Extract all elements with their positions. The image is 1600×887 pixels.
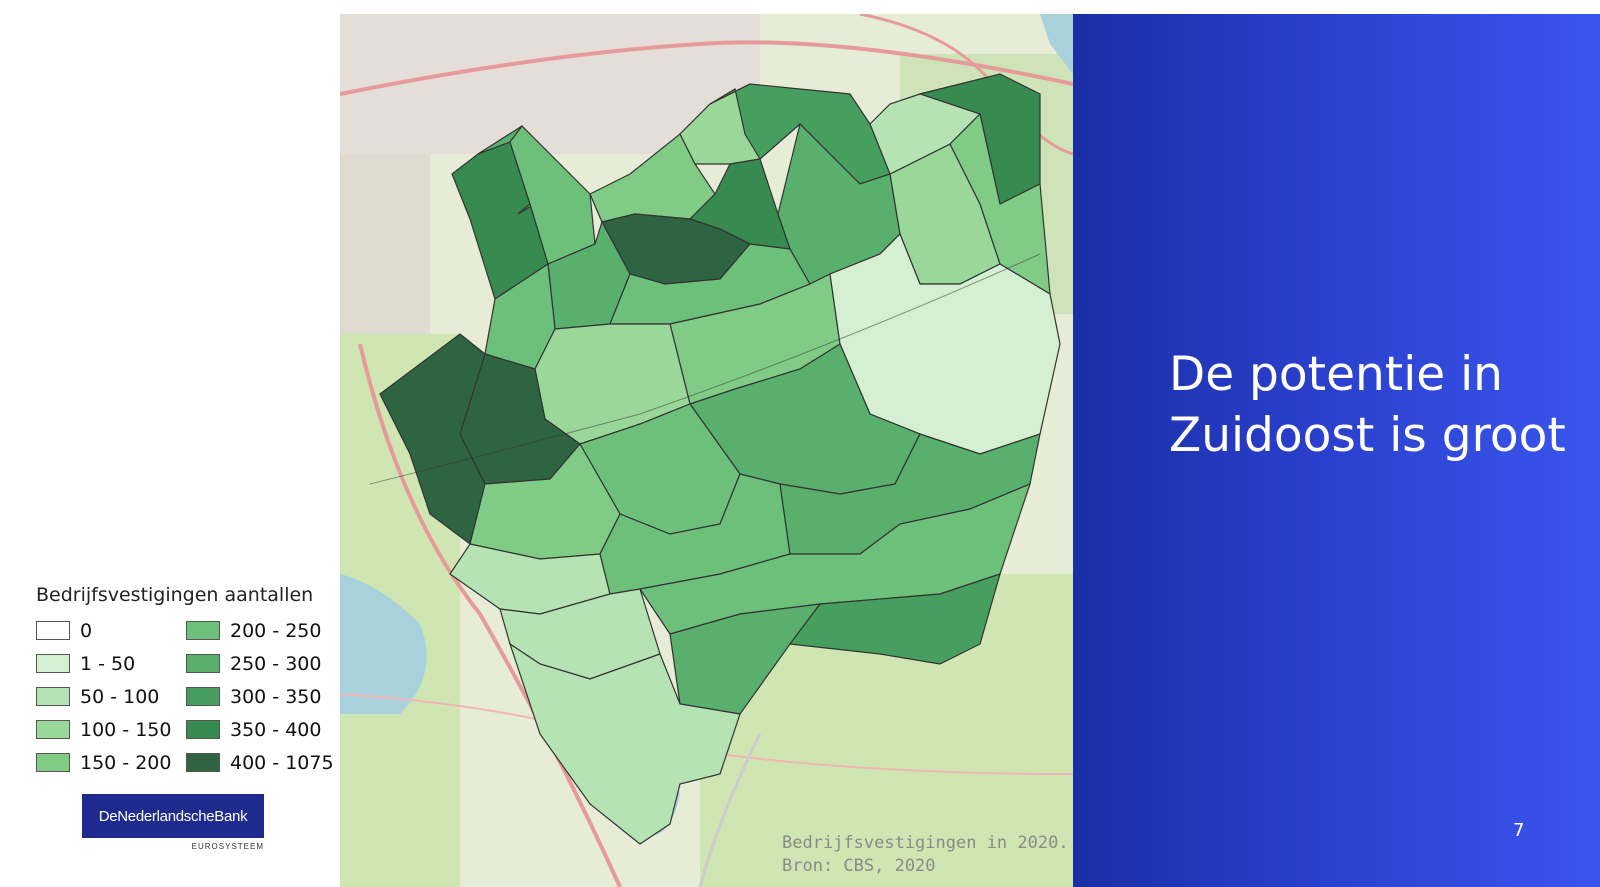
legend-swatch	[186, 720, 220, 739]
legend-items: 0 1 - 50 50 - 100 100 - 150 150 - 200 200 - 2…	[36, 614, 346, 779]
legend-label: 400 - 1075	[230, 751, 334, 774]
legend-label: 250 - 300	[230, 652, 322, 675]
map-source-line1: Bedrijfsvestigingen in 2020.	[782, 833, 1069, 853]
legend-swatch	[186, 621, 220, 640]
choropleth-map: Bedrijfsvestigingen in 2020. Bron: CBS, …	[340, 14, 1073, 887]
legend-item: 50 - 100	[36, 680, 186, 713]
legend-item: 250 - 300	[186, 647, 346, 680]
legend-title: Bedrijfsvestigingen aantallen	[36, 584, 314, 606]
logo-subtitle: EUROSYSTEEM	[191, 842, 264, 851]
legend-label: 150 - 200	[80, 751, 172, 774]
legend-item: 200 - 250	[186, 614, 346, 647]
legend-item: 100 - 150	[36, 713, 186, 746]
legend-item: 400 - 1075	[186, 746, 346, 779]
legend-swatch	[36, 654, 70, 673]
legend-item: 0	[36, 614, 186, 647]
legend-label: 50 - 100	[80, 685, 160, 708]
slide-title: De potentie in Zuidoost is groot	[1169, 347, 1566, 463]
legend-swatch	[36, 621, 70, 640]
legend-label: 200 - 250	[230, 619, 322, 642]
page-number: 7	[1513, 820, 1525, 841]
legend-label: 1 - 50	[80, 652, 136, 675]
legend-swatch	[186, 753, 220, 772]
legend-label: 100 - 150	[80, 718, 172, 741]
map-source-line2: Bron: CBS, 2020	[782, 856, 936, 876]
legend-item: 350 - 400	[186, 713, 346, 746]
legend-swatch	[186, 687, 220, 706]
legend-item: 150 - 200	[36, 746, 186, 779]
legend-swatch	[36, 720, 70, 739]
legend-swatch	[36, 753, 70, 772]
dnb-logo: DeNederlandscheBank EUROSYSTEEM	[82, 794, 264, 856]
legend-swatch	[36, 687, 70, 706]
legend-label: 300 - 350	[230, 685, 322, 708]
logo-wordmark: DeNederlandscheBank	[82, 794, 264, 838]
legend-swatch	[186, 654, 220, 673]
legend-label: 0	[80, 619, 93, 642]
legend-label: 350 - 400	[230, 718, 322, 741]
legend-item: 1 - 50	[36, 647, 186, 680]
urban-area-west	[340, 154, 430, 334]
map-canvas: Bedrijfsvestigingen in 2020. Bron: CBS, …	[340, 14, 1073, 887]
map-legend: Bedrijfsvestigingen aantallen 0 1 - 50 50 …	[36, 584, 346, 779]
legend-item: 300 - 350	[186, 680, 346, 713]
title-panel: De potentie in Zuidoost is groot 7	[1073, 14, 1600, 887]
